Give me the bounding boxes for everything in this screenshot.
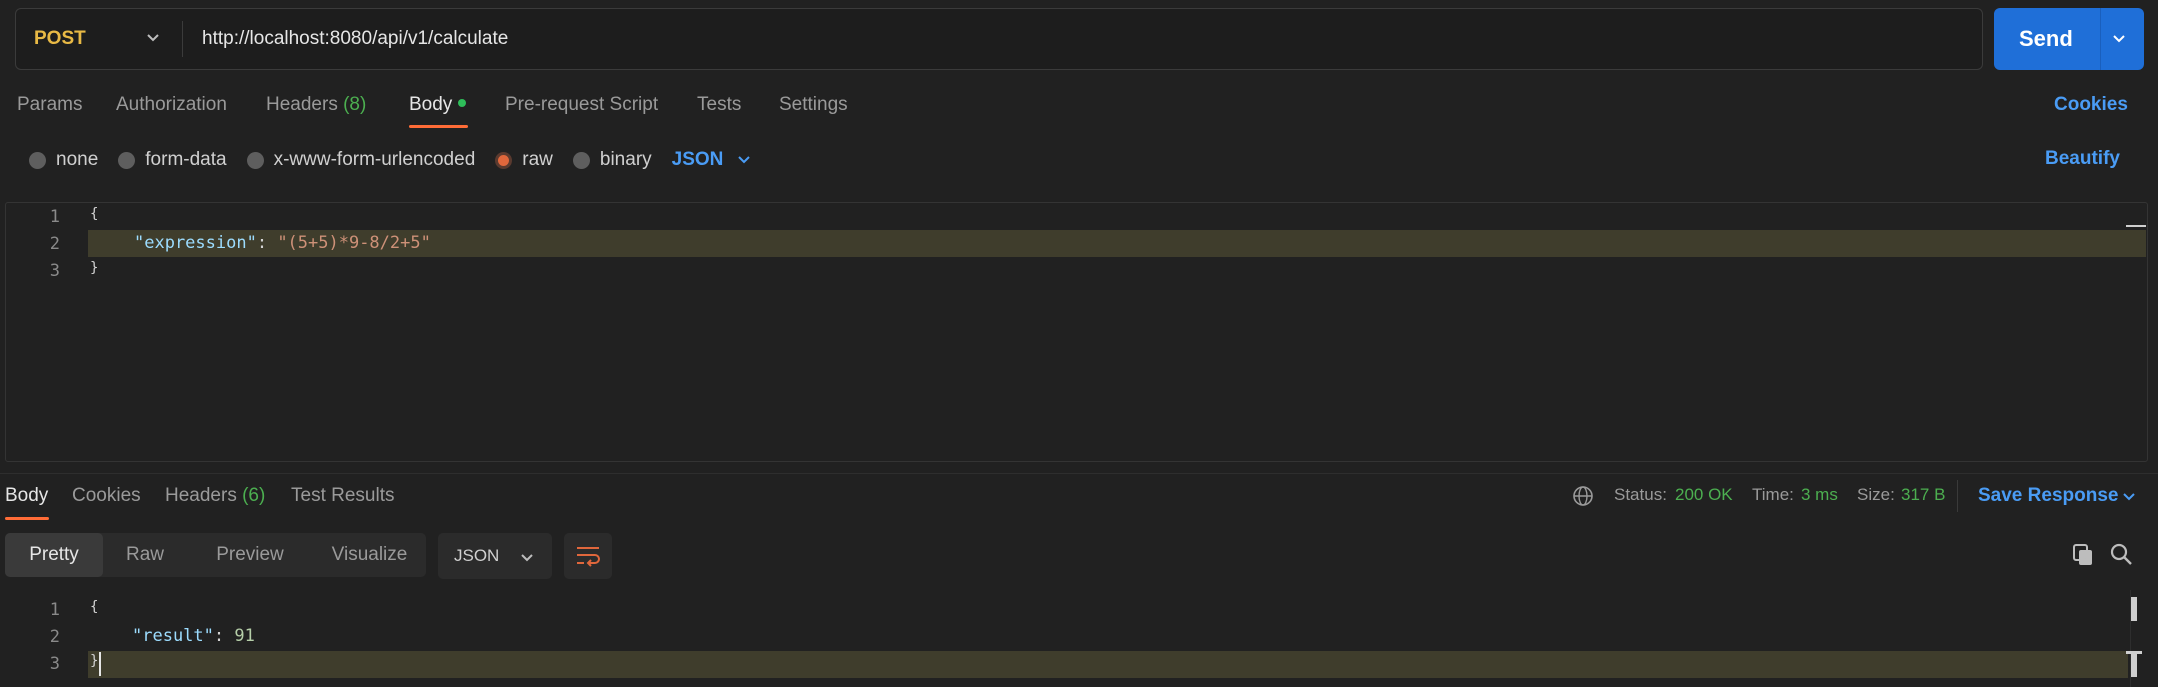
open-brace: { <box>90 206 99 222</box>
line-number: 1 <box>49 207 60 227</box>
status-divider <box>1957 480 1958 512</box>
wrap-lines-button[interactable] <box>564 533 612 579</box>
radio-raw[interactable]: raw <box>495 149 553 171</box>
response-active-tab-indicator <box>5 517 49 520</box>
request-url-bar: POST http://localhost:8080/api/v1/calcul… <box>15 8 1983 70</box>
radio-form-data[interactable]: form-data <box>118 149 227 171</box>
response-view-selector: Pretty Raw Preview Visualize <box>5 533 426 577</box>
radio-binary[interactable]: binary <box>572 149 652 171</box>
response-tab-cookies[interactable]: Cookies <box>72 485 141 507</box>
send-label: Send <box>2019 26 2073 51</box>
tab-authorization[interactable]: Authorization <box>116 94 227 116</box>
line-number: 1 <box>49 600 60 620</box>
wrap-lines-icon <box>577 547 600 567</box>
line-number: 2 <box>49 627 60 647</box>
url-input[interactable]: http://localhost:8080/api/v1/calculate <box>202 9 508 69</box>
method-select[interactable]: POST <box>16 9 182 69</box>
close-brace: } <box>90 653 99 669</box>
tab-headers[interactable]: Headers (8) <box>266 94 366 116</box>
response-scrollbar-thumb[interactable] <box>2131 597 2137 621</box>
radio-urlencoded[interactable]: x-www-form-urlencoded <box>246 149 476 171</box>
send-divider <box>2100 8 2101 70</box>
view-pretty[interactable]: Pretty <box>5 533 103 577</box>
current-line-highlight <box>88 651 2128 678</box>
body-format-select[interactable]: JSON <box>672 149 752 171</box>
body-format-label: JSON <box>671 149 724 170</box>
json-key: "expression" <box>134 233 257 253</box>
line-number: 3 <box>49 654 60 674</box>
send-button[interactable]: Send <box>1994 8 2144 70</box>
json-key: "result" <box>132 626 214 646</box>
response-tab-test-results[interactable]: Test Results <box>291 485 394 507</box>
tab-body-label: Body <box>409 94 453 115</box>
request-json-line: "expression": "(5+5)*9-8/2+5" <box>134 233 431 253</box>
radio-circle <box>572 151 590 169</box>
response-format-label: JSON <box>454 546 500 565</box>
response-scroll-marker-bar <box>2131 653 2137 677</box>
json-colon: : <box>256 233 278 253</box>
tab-headers-label: Headers <box>266 94 338 115</box>
json-value: 91 <box>234 626 255 646</box>
close-brace: } <box>90 260 99 276</box>
response-headers-count: (6) <box>242 485 266 506</box>
response-tab-body[interactable]: Body <box>5 485 48 507</box>
radio-circle <box>29 151 46 169</box>
tab-body[interactable]: Body <box>409 94 467 116</box>
status-label: Status: <box>1614 485 1667 504</box>
line-number: 3 <box>49 261 60 281</box>
pane-divider[interactable] <box>0 473 2158 474</box>
chevron-down-icon <box>147 34 159 42</box>
search-icon[interactable] <box>2109 542 2133 566</box>
time-value[interactable]: 3 ms <box>1801 485 1838 505</box>
json-colon: : <box>213 626 235 646</box>
json-value: "(5+5)*9-8/2+5" <box>277 233 431 253</box>
text-cursor <box>99 652 101 676</box>
tab-params[interactable]: Params <box>17 94 82 116</box>
method-label: POST <box>34 28 86 49</box>
radio-none[interactable]: none <box>29 149 98 171</box>
radio-form-data-label: form-data <box>145 149 227 170</box>
radio-circle <box>118 151 136 169</box>
active-tab-indicator <box>409 125 468 128</box>
line-number: 2 <box>49 234 60 254</box>
tab-pre-request-script[interactable]: Pre-request Script <box>505 94 658 116</box>
chevron-down-icon <box>738 156 751 164</box>
cookies-link[interactable]: Cookies <box>2054 94 2128 116</box>
radio-urlencoded-label: x-www-form-urlencoded <box>273 149 476 170</box>
copy-icon[interactable] <box>2072 543 2094 567</box>
globe-icon[interactable] <box>1572 485 1594 507</box>
save-response-button[interactable]: Save Response <box>1978 485 2118 507</box>
response-json-line: "result": 91 <box>132 626 255 646</box>
tab-settings[interactable]: Settings <box>779 94 848 116</box>
size-label: Size: <box>1857 485 1895 504</box>
tab-tests[interactable]: Tests <box>697 94 741 116</box>
url-divider <box>182 21 183 57</box>
radio-none-label: none <box>56 149 99 170</box>
editor-scrollbar[interactable] <box>2126 225 2146 227</box>
response-tab-headers[interactable]: Headers (6) <box>165 485 265 507</box>
response-format-select[interactable]: JSON <box>438 533 552 579</box>
status-value[interactable]: 200 OK <box>1675 485 1733 505</box>
chevron-down-icon[interactable] <box>2122 490 2136 504</box>
chevron-down-icon <box>521 554 533 562</box>
send-options-chevron-icon[interactable] <box>2111 31 2127 47</box>
headers-count: (8) <box>343 94 367 115</box>
view-preview[interactable]: Preview <box>187 533 313 577</box>
radio-raw-label: raw <box>522 149 553 170</box>
save-response-label: Save Response <box>1978 485 2119 506</box>
view-visualize[interactable]: Visualize <box>313 533 426 577</box>
size-value[interactable]: 317 B <box>1901 485 1945 505</box>
response-tab-headers-label: Headers <box>165 485 237 506</box>
open-brace: { <box>90 599 99 615</box>
radio-circle-selected <box>495 151 513 169</box>
radio-binary-label: binary <box>599 149 652 170</box>
radio-circle <box>246 151 264 169</box>
body-type-options: none form-data x-www-form-urlencoded raw… <box>29 147 751 173</box>
time-label: Time: <box>1752 485 1794 504</box>
body-modified-dot <box>458 99 467 107</box>
view-raw[interactable]: Raw <box>103 533 187 577</box>
beautify-button[interactable]: Beautify <box>2045 148 2120 170</box>
